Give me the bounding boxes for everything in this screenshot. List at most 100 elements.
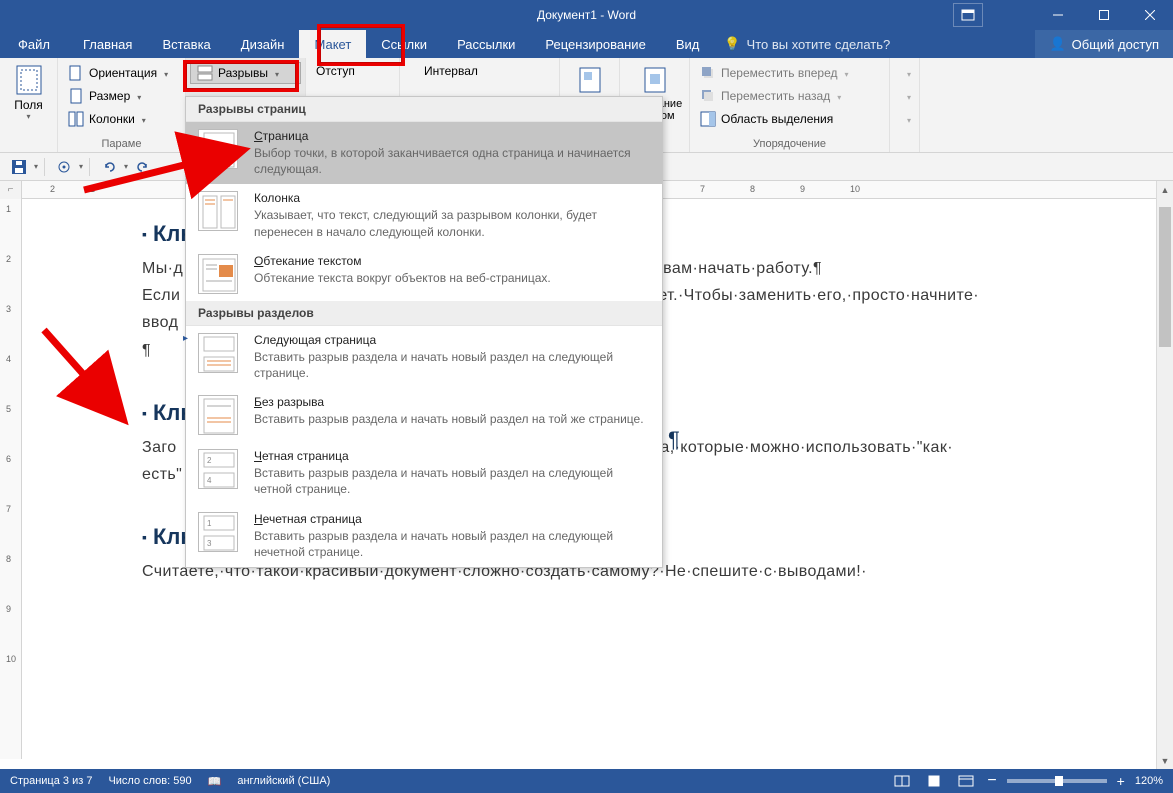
status-page[interactable]: Страница 3 из 7 [10, 775, 92, 787]
ruler-vertical[interactable]: 1 2 3 4 5 6 7 8 9 10 [0, 199, 22, 759]
svg-text:4: 4 [207, 476, 212, 485]
zoom-slider[interactable] [1007, 779, 1107, 783]
window-title: Документ1 - Word [537, 8, 636, 22]
rotate-button[interactable] [894, 108, 915, 130]
redo-button[interactable] [130, 155, 156, 179]
tab-insert[interactable]: Вставка [147, 30, 225, 58]
touch-mode-button[interactable] [51, 155, 77, 179]
scroll-down-icon[interactable]: ▼ [1157, 752, 1173, 769]
save-button[interactable] [6, 155, 32, 179]
proofing-icon[interactable]: 📖 [208, 775, 222, 788]
group-button[interactable] [894, 85, 915, 107]
indent-label: Отступ [316, 64, 395, 78]
tab-mailings[interactable]: Рассылки [442, 30, 530, 58]
read-mode-button[interactable] [891, 772, 913, 790]
tell-me[interactable]: 💡 Что вы хотите сделать? [724, 30, 890, 58]
menu-desc: Вставить разрыв раздела и начать новый р… [254, 349, 650, 381]
statusbar: Страница 3 из 7 Число слов: 590 📖 англий… [0, 769, 1173, 793]
size-label: Размер [89, 89, 130, 103]
print-layout-button[interactable] [923, 772, 945, 790]
send-backward-label: Переместить назад [721, 89, 830, 103]
tell-me-label: Что вы хотите сделать? [747, 37, 891, 52]
zoom-level[interactable]: 120% [1135, 775, 1163, 787]
even-page-icon: 24 [198, 449, 238, 489]
next-page-icon [198, 333, 238, 373]
orientation-icon [68, 65, 84, 81]
tab-review[interactable]: Рецензирование [530, 30, 660, 58]
menu-item-page[interactable]: Страница Выбор точки, в которой заканчив… [186, 122, 662, 184]
selection-pane-button[interactable]: Область выделения [694, 108, 885, 130]
size-button[interactable]: Размер [62, 85, 181, 107]
zoom-out-button[interactable]: − [987, 772, 996, 790]
menu-item-column[interactable]: Колонка Указывает, что текст, следующий … [186, 184, 662, 246]
zoom-in-button[interactable]: + [1117, 773, 1125, 789]
menu-desc: Указывает, что текст, следующий за разры… [254, 207, 650, 239]
web-layout-button[interactable] [955, 772, 977, 790]
tab-file[interactable]: Файл [0, 30, 68, 58]
share-icon: 👤 [1049, 36, 1065, 52]
wrap-text-icon [639, 64, 671, 96]
ribbon-display-options[interactable] [953, 3, 983, 27]
menu-desc: Вставить разрыв раздела и начать новый р… [254, 465, 650, 497]
svg-text:3: 3 [207, 539, 212, 548]
ribbon-tabs: Файл Главная Вставка Дизайн Макет Ссылки… [0, 30, 1173, 58]
size-icon [68, 88, 84, 104]
orientation-label: Ориентация [89, 66, 157, 80]
tab-design[interactable]: Дизайн [226, 30, 300, 58]
menu-item-text-wrapping[interactable]: Обтекание текстом Обтекание текста вокру… [186, 247, 662, 301]
menu-desc: Выбор точки, в которой заканчивается одн… [254, 145, 650, 177]
tab-view[interactable]: Вид [661, 30, 715, 58]
scrollbar-vertical[interactable]: ▲ ▼ [1156, 181, 1173, 769]
columns-button[interactable]: Колонки [62, 108, 181, 130]
breaks-dropdown: Разрывы страниц Страница Выбор точки, в … [185, 96, 663, 568]
menu-item-continuous[interactable]: Без разрыва Вставить разрыв раздела и на… [186, 388, 662, 442]
align-button[interactable] [894, 62, 915, 84]
tab-references[interactable]: Ссылки [366, 30, 442, 58]
share-button[interactable]: 👤 Общий доступ [1035, 30, 1173, 58]
share-label: Общий доступ [1072, 37, 1159, 52]
page-breaks-header: Разрывы страниц [186, 97, 662, 122]
tab-layout[interactable]: Макет [299, 30, 366, 58]
maximize-button[interactable] [1081, 0, 1127, 30]
selection-pane-icon [700, 111, 716, 127]
page-setup-label: Параме [58, 138, 185, 150]
tab-home[interactable]: Главная [68, 30, 147, 58]
margins-label: Поля [14, 98, 43, 112]
svg-text:1: 1 [207, 519, 212, 528]
close-button[interactable] [1127, 0, 1173, 30]
menu-item-next-page[interactable]: ▸ Следующая страница Вставить разрыв раз… [186, 326, 662, 388]
breaks-label: Разрывы [218, 66, 268, 80]
scrollbar-thumb[interactable] [1159, 207, 1171, 347]
menu-item-odd-page[interactable]: 13 Нечетная страница Вставить разрыв раз… [186, 505, 662, 567]
status-words[interactable]: Число слов: 590 [108, 775, 191, 787]
bring-forward-button[interactable]: Переместить вперед [694, 62, 885, 84]
odd-page-icon: 13 [198, 512, 238, 552]
minimize-button[interactable] [1035, 0, 1081, 30]
selection-pane-label: Область выделения [721, 112, 833, 126]
send-backward-icon [700, 88, 716, 104]
status-language[interactable]: английский (США) [237, 775, 330, 787]
margins-icon [13, 64, 45, 96]
spacing-label: Интервал [424, 64, 555, 78]
section-breaks-header: Разрывы разделов [186, 301, 662, 326]
orientation-button[interactable]: Ориентация [62, 62, 181, 84]
columns-label: Колонки [89, 112, 135, 126]
continuous-icon [198, 395, 238, 435]
bring-forward-label: Переместить вперед [721, 66, 837, 80]
position-icon [574, 64, 606, 96]
menu-desc: Вставить разрыв раздела и начать новый р… [254, 528, 650, 560]
breaks-button[interactable]: Разрывы [190, 62, 301, 84]
arrange-label: Упорядочение [690, 138, 889, 150]
titlebar: Документ1 - Word [0, 0, 1173, 30]
undo-button[interactable] [96, 155, 122, 179]
bring-forward-icon [700, 65, 716, 81]
svg-text:2: 2 [207, 456, 212, 465]
margins-button[interactable]: Поля ▾ [4, 60, 53, 125]
menu-desc: Вставить разрыв раздела и начать новый р… [254, 411, 644, 427]
text-wrap-break-icon [198, 254, 238, 294]
menu-item-even-page[interactable]: 24 Четная страница Вставить разрыв разде… [186, 442, 662, 504]
bulb-icon: 💡 [724, 36, 740, 52]
scroll-up-icon[interactable]: ▲ [1157, 181, 1173, 198]
column-break-icon [198, 191, 238, 231]
send-backward-button[interactable]: Переместить назад [694, 85, 885, 107]
